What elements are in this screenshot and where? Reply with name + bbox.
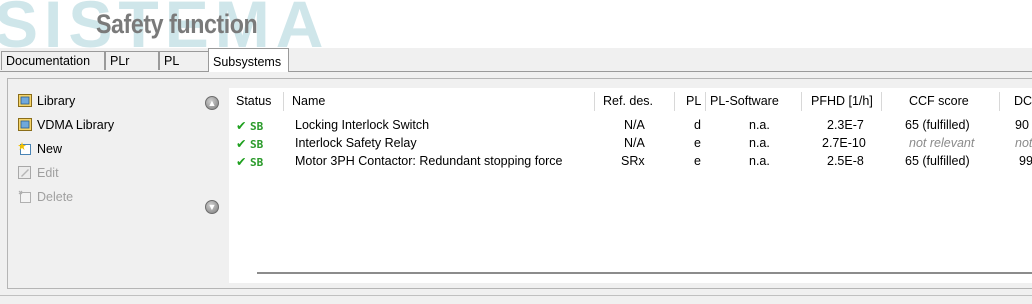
column-separator[interactable] (283, 92, 284, 111)
status-cell: ✔ SB (236, 118, 263, 134)
status-label: SB (249, 156, 264, 169)
col-header-pl[interactable]: PL (686, 94, 701, 110)
page-title: Safety function (96, 9, 258, 39)
col-header-status[interactable]: Status (236, 94, 271, 110)
status-cell: ✔ SB (236, 154, 263, 170)
dc-cell: 90 ( (1015, 118, 1032, 132)
subsystems-table: Status Name Ref. des. PL PL-Software PFH… (229, 88, 1032, 283)
tab-subsystems[interactable]: Subsystems (208, 48, 289, 72)
col-header-name[interactable]: Name (292, 94, 325, 110)
pl-software-cell: n.a. (749, 118, 770, 132)
pl-software-cell: n.a. (749, 136, 770, 150)
new-icon (18, 142, 31, 155)
library-icon (18, 94, 32, 107)
move-down-icon[interactable]: ▼ (205, 200, 219, 214)
tab-documentation[interactable]: Documentation (1, 51, 105, 70)
header: SISTEMA Safety function (0, 0, 1032, 48)
scrollbar-thumb[interactable] (257, 272, 1032, 274)
pl-cell: e (694, 154, 701, 168)
column-separator[interactable] (881, 92, 882, 111)
check-icon: ✔ (236, 137, 247, 151)
edit-label: Edit (37, 166, 59, 180)
ccf-cell: 65 (fulfilled) (905, 154, 970, 168)
horizontal-scrollbar[interactable] (257, 270, 1032, 277)
column-separator[interactable] (999, 92, 1000, 111)
new-label: New (37, 142, 63, 156)
delete-button[interactable]: Delete (18, 188, 73, 206)
ccf-cell: not relevant (909, 136, 975, 150)
tab-label: PLr (110, 54, 130, 68)
vdma-library-label: VDMA Library (37, 118, 115, 132)
status-cell: ✔ SB (236, 136, 263, 152)
name-cell: Motor 3PH Contactor: Redundant stopping … (295, 154, 563, 168)
tab-pl[interactable]: PL (159, 51, 209, 70)
pl-software-cell: n.a. (749, 154, 770, 168)
tab-plr[interactable]: PLr (105, 51, 159, 70)
column-separator[interactable] (801, 92, 802, 111)
vdma-library-button[interactable]: VDMA Library (18, 116, 114, 134)
column-separator[interactable] (594, 92, 595, 111)
name-cell: Interlock Safety Relay (295, 136, 417, 150)
col-header-ref-des[interactable]: Ref. des. (603, 94, 653, 110)
pfhd-cell: 2.3E-7 (827, 118, 864, 132)
move-up-icon[interactable]: ▲ (205, 96, 219, 110)
status-label: SB (249, 138, 264, 151)
vdma-library-icon (18, 118, 32, 131)
pfhd-cell: 2.7E-10 (822, 136, 866, 150)
tab-divider (0, 71, 1032, 72)
bottom-divider (0, 295, 1032, 296)
pl-cell: e (694, 136, 701, 150)
library-label: Library (37, 94, 76, 108)
new-button[interactable]: New (18, 140, 62, 158)
pfhd-cell: 2.5E-8 (827, 154, 864, 168)
column-separator[interactable] (705, 92, 706, 111)
status-label: SB (249, 120, 264, 133)
col-header-pl-software[interactable]: PL-Software (710, 94, 779, 110)
edit-icon (18, 166, 31, 179)
dc-cell: 99 (1019, 154, 1032, 168)
check-icon: ✔ (236, 119, 247, 133)
check-icon: ✔ (236, 155, 247, 169)
col-header-ccf-score[interactable]: CCF score (909, 94, 969, 110)
name-cell: Locking Interlock Switch (295, 118, 430, 132)
tab-label: PL (164, 54, 180, 68)
library-button[interactable]: Library (18, 92, 75, 110)
dc-cell: not (1015, 136, 1032, 150)
ccf-cell: 65 (fulfilled) (905, 118, 970, 132)
delete-label: Delete (37, 190, 74, 204)
ref-cell: SRx (621, 154, 645, 168)
tab-bar: Documentation PLr PL Subsystems (0, 48, 1032, 72)
pl-cell: d (694, 118, 701, 132)
col-header-dc[interactable]: DC (1014, 94, 1032, 110)
edit-button[interactable]: Edit (18, 164, 59, 182)
delete-icon (18, 190, 31, 203)
col-header-pfhd[interactable]: PFHD [1/h] (811, 94, 873, 110)
column-separator[interactable] (674, 92, 675, 111)
ref-cell: N/A (624, 136, 645, 150)
tab-label: Documentation (6, 54, 91, 68)
ref-cell: N/A (624, 118, 645, 132)
tab-label: Subsystems (213, 55, 282, 69)
